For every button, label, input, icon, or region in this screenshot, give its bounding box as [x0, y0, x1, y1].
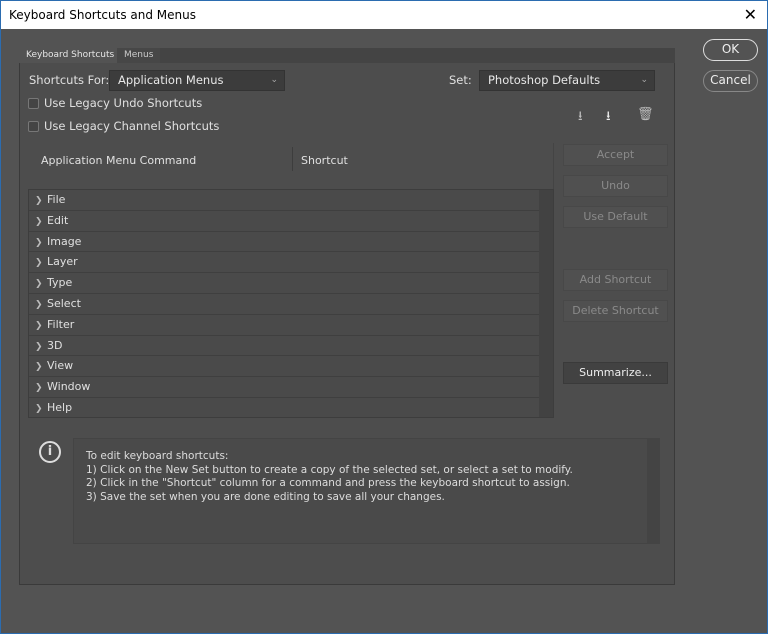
info-line: 2) Click in the "Shortcut" column for a …	[86, 477, 647, 491]
tree-row-file[interactable]: ❯File	[29, 190, 540, 211]
info-icon: i	[39, 441, 61, 463]
tree-row-view[interactable]: ❯View	[29, 356, 540, 377]
chevron-right-icon: ❯	[35, 399, 47, 419]
row-label: File	[47, 193, 65, 206]
info-line: To edit keyboard shortcuts:	[86, 450, 647, 464]
tree-row-layer[interactable]: ❯Layer	[29, 252, 540, 273]
legacy-undo-checkbox[interactable]	[28, 98, 39, 109]
row-label: Layer	[47, 255, 78, 268]
legacy-channel-label: Use Legacy Channel Shortcuts	[44, 119, 219, 133]
row-label: Select	[47, 297, 81, 310]
ok-button[interactable]: OK	[703, 39, 758, 61]
column-header-command[interactable]: Application Menu Command	[41, 154, 196, 167]
info-line: 3) Save the set when you are done editin…	[86, 491, 647, 505]
info-line: 1) Click on the New Set button to create…	[86, 464, 647, 478]
title-bar: Keyboard Shortcuts and Menus ✕	[1, 1, 767, 29]
tree-row-3d[interactable]: ❯3D	[29, 336, 540, 357]
save-set-icon[interactable]: ⭳	[578, 107, 583, 129]
trash-icon[interactable]: 🗑	[637, 107, 654, 122]
legacy-channel-checkbox[interactable]	[28, 121, 39, 132]
tree-row-select[interactable]: ❯Select	[29, 294, 540, 315]
chevron-right-icon: ❯	[35, 274, 47, 294]
scrollbar[interactable]	[647, 439, 659, 543]
close-icon[interactable]: ✕	[744, 1, 757, 29]
menu-command-tree: ❯File ❯Edit ❯Image ❯Layer ❯Type ❯Select …	[28, 189, 554, 418]
shortcuts-for-label: Shortcuts For:	[29, 73, 109, 87]
shortcuts-for-select[interactable]: Application Menus ⌄	[109, 70, 285, 91]
column-divider	[292, 147, 293, 171]
summarize-button[interactable]: Summarize...	[563, 362, 668, 384]
chevron-right-icon: ❯	[35, 337, 47, 357]
column-header-shortcut[interactable]: Shortcut	[301, 154, 348, 167]
tree-row-filter[interactable]: ❯Filter	[29, 315, 540, 336]
tab-keyboard-shortcuts[interactable]: Keyboard Shortcuts	[19, 48, 121, 63]
tab-menus[interactable]: Menus	[117, 48, 160, 63]
chevron-right-icon: ❯	[35, 357, 47, 377]
shortcuts-for-value: Application Menus	[118, 73, 223, 87]
undo-button[interactable]: Undo	[563, 175, 668, 197]
set-value: Photoshop Defaults	[488, 73, 600, 87]
chevron-right-icon: ❯	[35, 212, 47, 232]
chevron-right-icon: ❯	[35, 233, 47, 253]
chevron-down-icon: ⌄	[640, 71, 648, 90]
tree-row-edit[interactable]: ❯Edit	[29, 211, 540, 232]
legacy-undo-label: Use Legacy Undo Shortcuts	[44, 96, 202, 110]
tree-row-help[interactable]: ❯Help	[29, 398, 540, 419]
chevron-right-icon: ❯	[35, 295, 47, 315]
chevron-right-icon: ❯	[35, 191, 47, 211]
chevron-right-icon: ❯	[35, 316, 47, 336]
scrollbar[interactable]	[539, 190, 553, 417]
delete-shortcut-button[interactable]: Delete Shortcut	[563, 300, 668, 322]
accept-button[interactable]: Accept	[563, 144, 668, 166]
row-label: Help	[47, 401, 72, 414]
row-label: 3D	[47, 339, 62, 352]
chevron-right-icon: ❯	[35, 253, 47, 273]
info-box: To edit keyboard shortcuts: 1) Click on …	[73, 438, 660, 544]
row-label: Type	[47, 276, 72, 289]
tab-bar: Keyboard Shortcuts Menus	[19, 48, 675, 63]
row-label: View	[47, 359, 73, 372]
set-select[interactable]: Photoshop Defaults ⌄	[479, 70, 655, 91]
chevron-right-icon: ❯	[35, 378, 47, 398]
tree-row-type[interactable]: ❯Type	[29, 273, 540, 294]
add-shortcut-button[interactable]: Add Shortcut	[563, 269, 668, 291]
use-default-button[interactable]: Use Default	[563, 206, 668, 228]
chevron-down-icon: ⌄	[270, 71, 278, 90]
new-set-icon[interactable]: ⭳	[606, 107, 611, 129]
set-label: Set:	[449, 73, 472, 87]
row-label: Window	[47, 380, 90, 393]
row-label: Edit	[47, 214, 68, 227]
window-title: Keyboard Shortcuts and Menus	[9, 8, 196, 22]
row-label: Filter	[47, 318, 74, 331]
tree-row-window[interactable]: ❯Window	[29, 377, 540, 398]
row-label: Image	[47, 235, 81, 248]
cancel-button[interactable]: Cancel	[703, 70, 758, 92]
tree-row-image[interactable]: ❯Image	[29, 232, 540, 253]
